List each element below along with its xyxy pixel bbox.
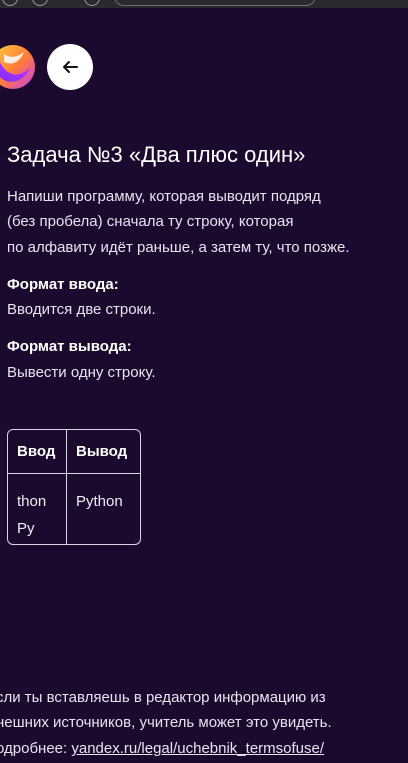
browser-circle-icon: [2, 0, 18, 6]
output-format-label: Формат вывода:: [7, 338, 132, 355]
task-description-line: (без пробела) сначала ту строку, которая: [7, 213, 294, 230]
address-bar[interactable]: [114, 0, 316, 6]
back-button[interactable]: [47, 44, 93, 90]
table-cell-output: Python: [76, 493, 123, 510]
input-format-text: Вводится две строки.: [7, 301, 156, 318]
input-line: Py: [17, 520, 35, 537]
terms-link[interactable]: yandex.ru/legal/uchebnik_termsofuse/: [71, 740, 324, 757]
task-description-line: по алфавиту идёт раньше, а затем ту, что…: [7, 239, 350, 256]
browser-circle-icon: [84, 0, 100, 6]
notice-prefix: одробнее:: [0, 740, 72, 757]
table-cell-input: thon Py: [8, 474, 67, 544]
arrow-left-icon: [63, 61, 78, 73]
input-format-label: Формат ввода:: [7, 276, 119, 293]
table-row: thon Py Python: [8, 474, 140, 544]
browser-circle-icon: [32, 0, 48, 6]
yandex-uchebnik-logo-icon[interactable]: [0, 44, 36, 90]
notice-line: сли ты вставляешь в редактор информацию …: [0, 689, 326, 706]
browser-top-bar: [0, 0, 408, 8]
table-header-row: Ввод Вывод: [8, 430, 140, 474]
table-header-output: Вывод: [67, 430, 140, 474]
input-line: thon: [17, 493, 47, 510]
table-header-input: Ввод: [8, 430, 67, 474]
notice-line: одробнее: yandex.ru/legal/uchebnik_terms…: [0, 740, 324, 757]
task-description-line: Напиши программу, которая выводит подряд: [7, 188, 321, 205]
example-table: Ввод Вывод thon Py Python: [7, 429, 141, 545]
notice-line: нешних источников, учитель может это уви…: [0, 714, 332, 731]
task-title: Задача №3 «Два плюс один»: [7, 142, 306, 167]
output-format-text: Вывести одну строку.: [7, 364, 156, 381]
